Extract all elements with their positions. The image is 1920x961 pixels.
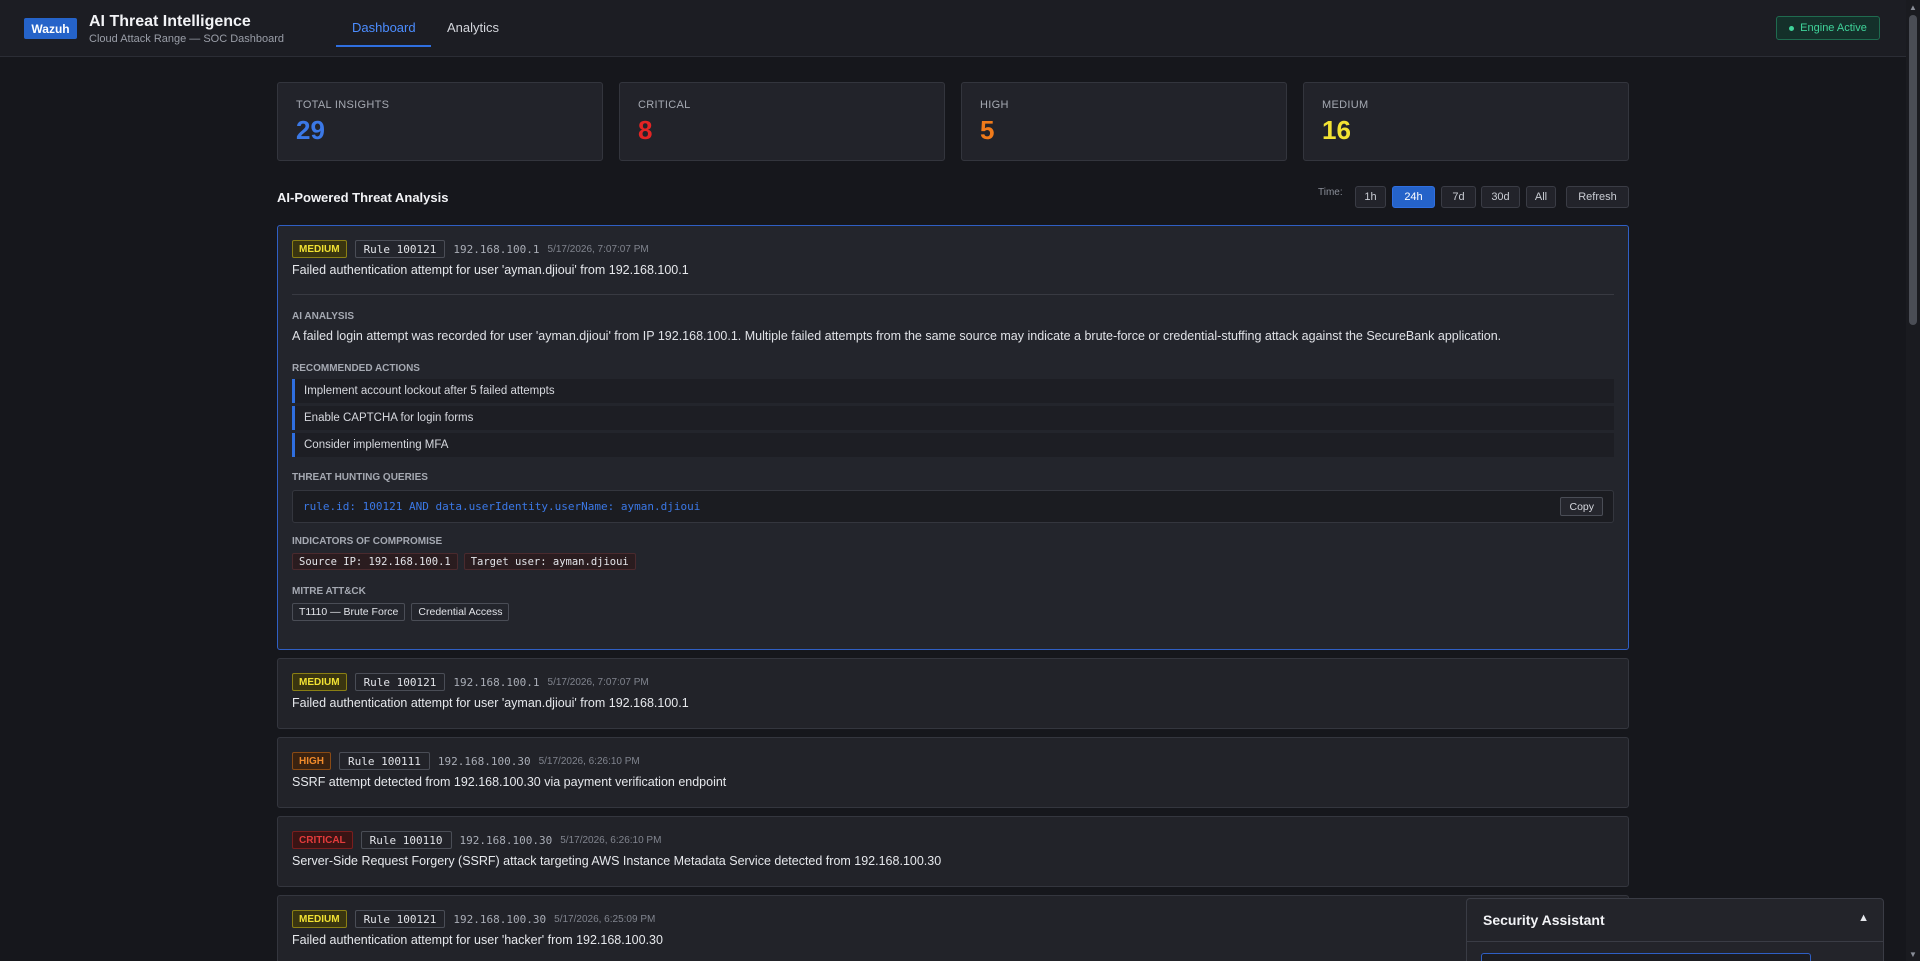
insight-card[interactable]: CRITICAL Rule 100110 192.168.100.30 5/17… (277, 816, 1629, 887)
time-filter-label: Time: (1318, 187, 1343, 198)
ai-analysis-text: A failed login attempt was recorded for … (292, 329, 1502, 343)
engine-status-label: Engine Active (1800, 22, 1867, 34)
time-filter-1h[interactable]: 1h (1355, 186, 1386, 208)
insight-meta: MEDIUM Rule 100121 192.168.100.30 5/17/2… (292, 910, 655, 928)
timestamp: 5/17/2026, 6:26:10 PM (560, 834, 662, 846)
stat-value: 5 (980, 115, 995, 145)
time-filter-30d[interactable]: 30d (1481, 186, 1520, 208)
assistant-input[interactable] (1481, 953, 1811, 961)
mitre-technique-chip: T1110 — Brute Force (292, 603, 406, 621)
page-scrollbar[interactable]: ▲ ▼ (1906, 0, 1920, 961)
insight-card[interactable]: MEDIUM Rule 100121 192.168.100.1 5/17/20… (277, 658, 1629, 729)
timestamp: 5/17/2026, 6:25:09 PM (554, 913, 656, 925)
scroll-up-icon[interactable]: ▲ (1906, 0, 1920, 14)
severity-badge: HIGH (292, 752, 331, 770)
timestamp: 5/17/2026, 6:26:10 PM (538, 755, 640, 767)
insight-card[interactable]: MEDIUM Rule 100121 192.168.100.30 5/17/2… (277, 895, 1629, 961)
insight-meta: CRITICAL Rule 100110 192.168.100.30 5/17… (292, 831, 661, 849)
divider (1467, 941, 1883, 942)
severity-badge: MEDIUM (292, 910, 347, 928)
stat-card-high: High 5 (961, 82, 1287, 161)
stat-value: 8 (638, 115, 653, 145)
ioc-list: Source IP: 192.168.100.1 Target user: ay… (292, 553, 636, 570)
source-ip: 192.168.100.30 (437, 754, 531, 768)
app-title: AI Threat Intelligence (89, 13, 251, 30)
rule-badge: Rule 100121 (354, 910, 446, 928)
insight-title: Failed authentication attempt for user '… (292, 263, 689, 277)
recommended-actions-heading: RECOMMENDED ACTIONS (292, 363, 420, 374)
mitre-heading: MITRE ATT&CK (292, 586, 366, 597)
time-filter-24h[interactable]: 24h (1392, 186, 1435, 208)
ioc-chip: Target user: ayman.djioui (463, 553, 636, 570)
section-title: AI-Powered Threat Analysis (277, 190, 449, 205)
time-filter-7d[interactable]: 7d (1441, 186, 1476, 208)
ai-analysis-heading: AI ANALYSIS (292, 311, 355, 322)
engine-status-badge: Engine Active (1776, 16, 1880, 40)
ioc-heading: INDICATORS OF COMPROMISE (292, 536, 443, 547)
stat-card-total: Total Insights 29 (277, 82, 603, 161)
recommended-action-item: Enable CAPTCHA for login forms (292, 406, 1614, 430)
rule-badge: Rule 100121 (354, 240, 446, 258)
insight-title: SSRF attempt detected from 192.168.100.3… (292, 775, 727, 789)
stat-card-medium: Medium 16 (1303, 82, 1629, 161)
insight-title: Failed authentication attempt for user '… (292, 933, 663, 947)
recommended-action-item: Implement account lockout after 5 failed… (292, 379, 1614, 403)
stat-label: High (980, 99, 1009, 111)
copy-query-button[interactable]: Copy (1560, 497, 1603, 516)
time-filter-all[interactable]: All (1526, 186, 1556, 208)
status-dot-icon (1789, 25, 1795, 31)
stat-label: Total Insights (296, 99, 390, 111)
source-ip: 192.168.100.1 (453, 675, 540, 689)
stat-value: 16 (1322, 115, 1351, 145)
rule-badge: Rule 100111 (339, 752, 430, 770)
severity-badge: MEDIUM (292, 240, 347, 258)
stat-label: Medium (1322, 99, 1369, 111)
insight-meta: MEDIUM Rule 100121 192.168.100.1 5/17/20… (292, 673, 649, 691)
chevron-up-icon[interactable]: ▲ (1858, 912, 1869, 924)
scroll-thumb[interactable] (1909, 15, 1917, 325)
rule-badge: Rule 100121 (354, 673, 446, 691)
insight-card[interactable]: HIGH Rule 100111 192.168.100.30 5/17/202… (277, 737, 1629, 808)
insight-meta: MEDIUM Rule 100121 192.168.100.1 5/17/20… (292, 240, 649, 258)
scroll-down-icon[interactable]: ▼ (1906, 947, 1920, 961)
severity-badge: CRITICAL (292, 831, 353, 849)
tab-analytics[interactable]: Analytics (447, 20, 499, 35)
ioc-chip: Source IP: 192.168.100.1 (292, 553, 458, 570)
wazuh-logo[interactable]: Wazuh (24, 18, 77, 39)
rule-badge: Rule 100110 (360, 831, 452, 849)
mitre-tactic-chip: Credential Access (411, 603, 510, 621)
threat-hunting-query[interactable]: rule.id: 100121 AND data.userIdentity.us… (303, 500, 700, 513)
source-ip: 192.168.100.1 (453, 242, 540, 256)
refresh-button[interactable]: Refresh (1566, 186, 1629, 208)
tab-dashboard[interactable]: Dashboard (352, 20, 416, 35)
source-ip: 192.168.100.30 (459, 833, 553, 847)
top-bar: Wazuh AI Threat Intelligence Cloud Attac… (0, 0, 1906, 57)
assistant-title: Security Assistant (1483, 912, 1605, 928)
divider (292, 294, 1614, 295)
threat-hunting-query-box: rule.id: 100121 AND data.userIdentity.us… (292, 490, 1614, 523)
active-tab-underline (336, 45, 431, 47)
stat-label: Critical (638, 99, 691, 111)
insight-meta: HIGH Rule 100111 192.168.100.30 5/17/202… (292, 752, 640, 770)
app-subtitle: Cloud Attack Range — SOC Dashboard (89, 33, 285, 45)
source-ip: 192.168.100.30 (453, 912, 547, 926)
security-assistant-panel[interactable]: Security Assistant ▲ (1466, 898, 1884, 961)
severity-badge: MEDIUM (292, 673, 347, 691)
insight-title: Failed authentication attempt for user '… (292, 696, 689, 710)
timestamp: 5/17/2026, 7:07:07 PM (547, 243, 649, 255)
timestamp: 5/17/2026, 7:07:07 PM (547, 676, 649, 688)
insight-title: Server-Side Request Forgery (SSRF) attac… (292, 854, 942, 868)
recommended-action-item: Consider implementing MFA (292, 433, 1614, 457)
insight-card-expanded[interactable]: MEDIUM Rule 100121 192.168.100.1 5/17/20… (277, 225, 1629, 650)
threat-hunting-heading: THREAT HUNTING QUERIES (292, 472, 428, 483)
stat-card-critical: Critical 8 (619, 82, 945, 161)
mitre-list: T1110 — Brute Force Credential Access (292, 603, 510, 621)
stat-value: 29 (296, 115, 325, 145)
